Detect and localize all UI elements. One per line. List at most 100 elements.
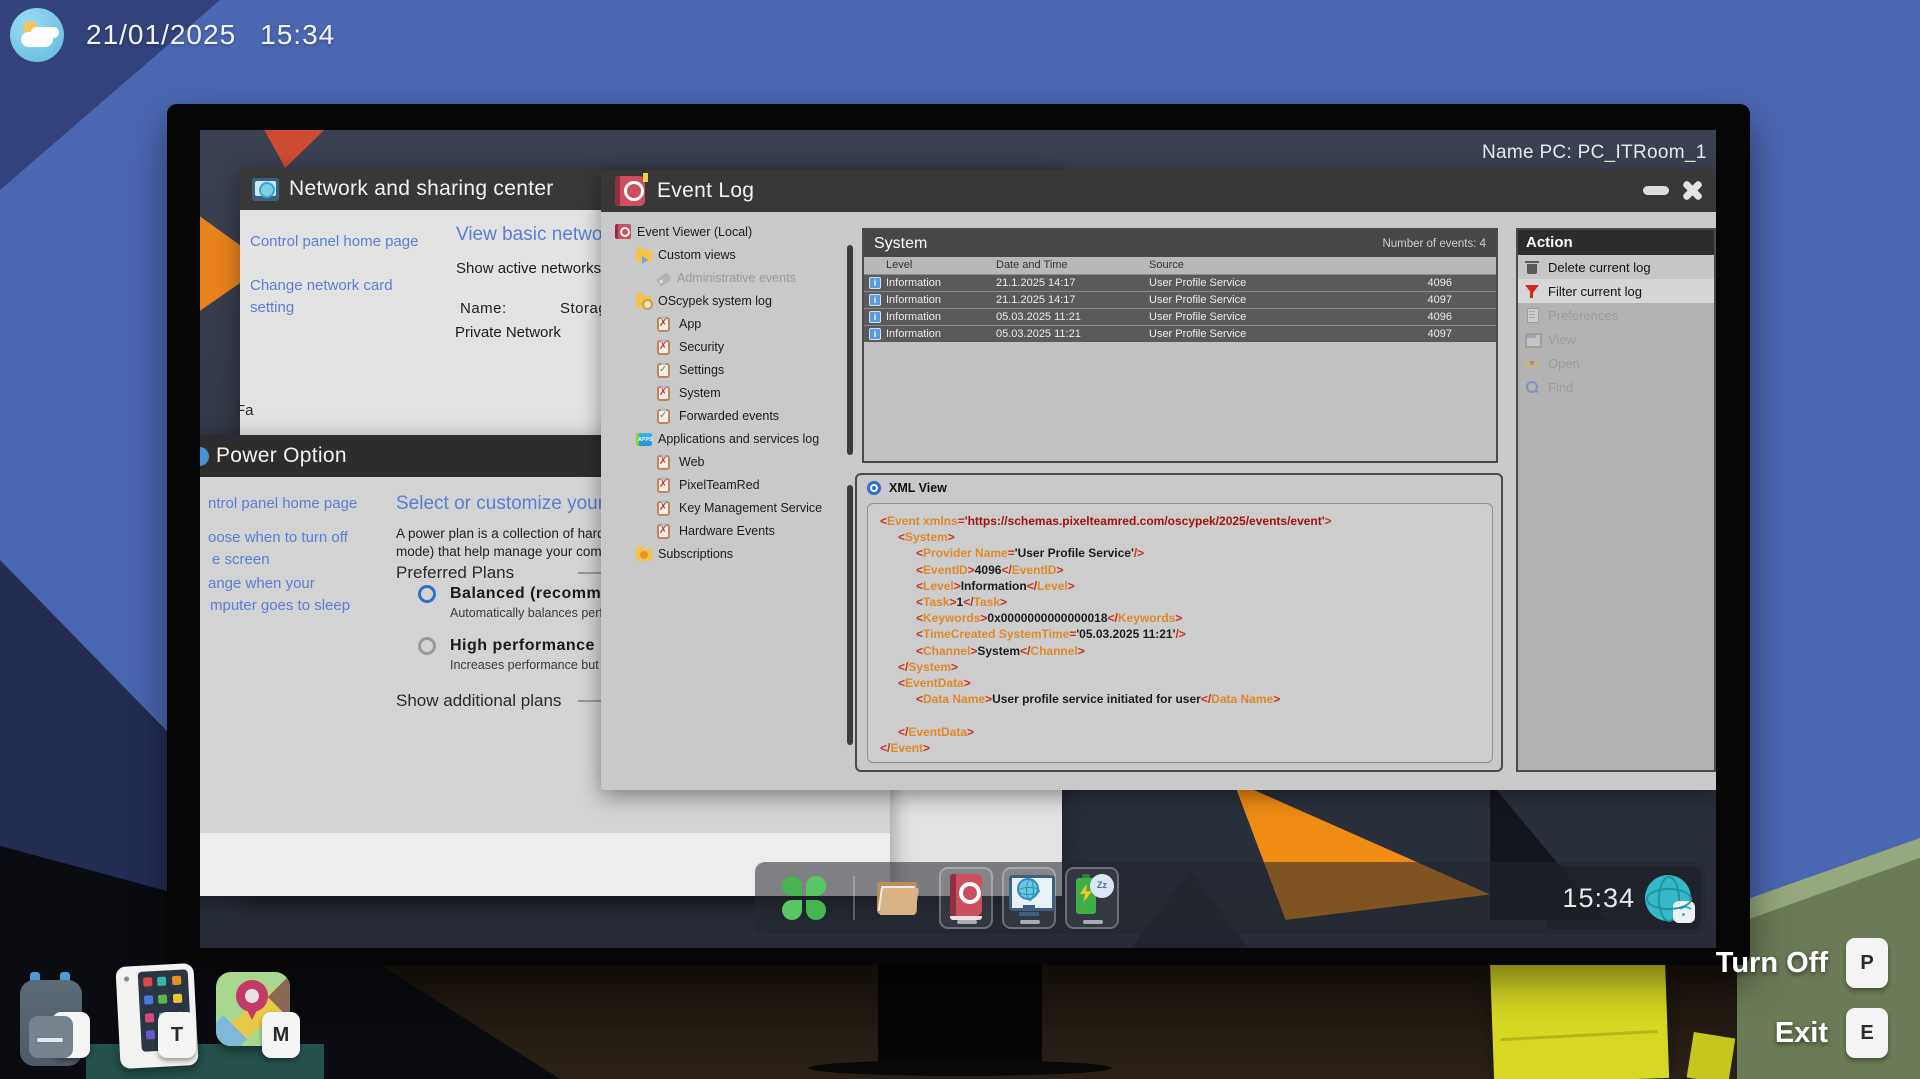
system-panel-header: System Number of events: 4 — [864, 230, 1496, 257]
event-cell-date: 05.03.2025 11:21 — [996, 328, 1081, 340]
taskbar: Zz 15:34 — [755, 862, 1705, 934]
column-level: Level — [886, 259, 912, 271]
turn-off-label[interactable]: Turn Off — [1716, 947, 1828, 980]
clip-x-icon — [657, 501, 670, 516]
clip-x-icon — [657, 386, 670, 401]
tree-item-hardware-events[interactable]: Hardware Events — [609, 519, 847, 542]
info-icon: i — [869, 277, 881, 289]
power-link-sleep[interactable]: ange when your — [208, 575, 315, 592]
event-row[interactable]: iInformation05.03.2025 11:21User Profile… — [864, 325, 1496, 342]
taskbar-power[interactable]: Zz — [1065, 867, 1119, 929]
hud-date-label: 21/01/2025 — [86, 19, 236, 51]
plan-radio-selected[interactable] — [418, 585, 436, 603]
xml-view-radio[interactable] — [867, 481, 881, 495]
info-icon: i — [869, 294, 881, 306]
tree-item-label: System — [679, 386, 721, 400]
info-icon: i — [869, 311, 881, 323]
xml-line: </System> — [880, 659, 1480, 675]
event-cell-level: Information — [886, 277, 941, 289]
book-icon — [615, 224, 631, 239]
weather-icon — [10, 8, 64, 62]
pc-name-label: Name PC: PC_ITRoom_1 — [1482, 142, 1707, 164]
view-basic-network-heading: View basic network — [456, 224, 618, 246]
tree-item-subscriptions[interactable]: Subscriptions — [609, 542, 847, 565]
xml-view-panel: XML View <Event xmlns='https://schemas.p… — [855, 473, 1503, 772]
tree-item-pixelteamred[interactable]: PixelTeamRed — [609, 473, 847, 496]
event-rows: iInformation21.1.2025 14:17User Profile … — [864, 274, 1496, 342]
taskbar-time: 15:34 — [1562, 883, 1635, 914]
plan-description: Increases performance but ma — [450, 658, 620, 672]
column-source: Source — [1149, 259, 1184, 271]
tree-item-label: Key Management Service — [679, 501, 822, 515]
tree-item-web[interactable]: Web — [609, 450, 847, 473]
event-count-label: Number of events: 4 — [1382, 238, 1486, 250]
event-row[interactable]: iInformation21.1.2025 14:17User Profile … — [864, 291, 1496, 308]
info-icon: i — [869, 328, 881, 340]
tree-item-event-viewer-local-[interactable]: Event Viewer (Local) — [609, 220, 847, 243]
tree-item-applications-and-services-log[interactable]: APPSApplications and services log — [609, 427, 847, 450]
file-manager-icon[interactable] — [875, 878, 921, 918]
close-button[interactable] — [1679, 177, 1705, 203]
power-link-control-panel[interactable]: ntrol panel home page — [208, 495, 357, 512]
tree-item-system[interactable]: System — [609, 381, 847, 404]
event-cell-source: User Profile Service — [1149, 311, 1246, 323]
taskbar-divider — [853, 876, 855, 920]
event-log-titlebar[interactable]: Event Log — [601, 170, 1716, 212]
tree-item-oscypek-system-log[interactable]: OScypek system log — [609, 289, 847, 312]
hotkey-map[interactable]: M — [216, 972, 290, 1046]
tablet-key-badge[interactable]: T — [158, 1012, 196, 1058]
funnel-icon — [1524, 283, 1540, 299]
minimize-button[interactable] — [1643, 186, 1669, 195]
tag-icon — [656, 272, 673, 287]
power-link-sleep-2[interactable]: mputer goes to sleep — [210, 597, 350, 614]
event-cell-id: 4096 — [1428, 277, 1452, 289]
turn-off-action[interactable]: Turn Off P — [1716, 938, 1888, 988]
tree-item-settings[interactable]: Settings — [609, 358, 847, 381]
event-row[interactable]: iInformation05.03.2025 11:21User Profile… — [864, 308, 1496, 325]
plan-radio-unselected[interactable] — [418, 637, 436, 655]
turn-off-key-badge[interactable]: P — [1846, 938, 1888, 988]
tree-item-security[interactable]: Security — [609, 335, 847, 358]
event-row[interactable]: iInformation21.1.2025 14:17User Profile … — [864, 274, 1496, 291]
hotkey-tablet[interactable]: T — [118, 965, 196, 1067]
power-link-turn-off-screen-2[interactable]: e screen — [212, 551, 270, 568]
exit-action[interactable]: Exit E — [1775, 1008, 1888, 1058]
folder-gear-icon — [636, 296, 652, 308]
monitor-stand — [878, 963, 1042, 1067]
monitor-stand-base — [808, 1060, 1112, 1076]
taskbar-network[interactable] — [1002, 867, 1056, 929]
action-delete-current-log[interactable]: Delete current log — [1518, 255, 1714, 279]
power-window-title: Power Option — [216, 444, 347, 468]
power-description: A power plan is a collection of hardv mo… — [396, 525, 611, 561]
screen: Name PC: PC_ITRoom_1 Network and sharing… — [200, 130, 1716, 948]
action-filter-current-log[interactable]: Filter current log — [1518, 279, 1714, 303]
hud-time-label: 15:34 — [260, 19, 335, 51]
event-log-app-icon — [615, 176, 645, 206]
tree-scrollbar[interactable] — [847, 245, 853, 455]
control-panel-home-link[interactable]: Control panel home page — [250, 233, 430, 250]
event-cell-source: User Profile Service — [1149, 328, 1246, 340]
map-key-badge[interactable]: M — [262, 1012, 300, 1058]
xml-line: </EventData> — [880, 724, 1480, 740]
taskbar-event-log[interactable] — [939, 867, 993, 929]
event-cell-source: User Profile Service — [1149, 277, 1246, 289]
tree-item-label: Web — [679, 455, 704, 469]
exit-label[interactable]: Exit — [1775, 1017, 1828, 1050]
taskbar-clock-panel[interactable]: 15:34 — [1546, 866, 1701, 930]
tree-item-key-management-service[interactable]: Key Management Service — [609, 496, 847, 519]
exit-key-badge[interactable]: E — [1846, 1008, 1888, 1058]
power-battery-icon: Zz — [1070, 874, 1114, 918]
network-window-title: Network and sharing center — [289, 177, 554, 201]
tree-item-forwarded-events[interactable]: Forwarded events — [609, 404, 847, 427]
tree-scrollbar-lower[interactable] — [847, 485, 853, 745]
power-link-turn-off-screen[interactable]: oose when to turn off — [208, 529, 348, 546]
hotkey-inventory[interactable]: I — [20, 972, 82, 1068]
system-panel-title: System — [874, 235, 927, 253]
start-button[interactable] — [781, 875, 827, 921]
network-name-label: Name: — [460, 300, 507, 317]
hud-datetime: 21/01/2025 15:34 — [10, 8, 335, 62]
change-network-card-link[interactable]: Change network card setting — [250, 275, 415, 319]
prefs-icon — [1524, 307, 1540, 323]
tree-item-custom-views[interactable]: Custom views — [609, 243, 847, 266]
tree-item-app[interactable]: App — [609, 312, 847, 335]
